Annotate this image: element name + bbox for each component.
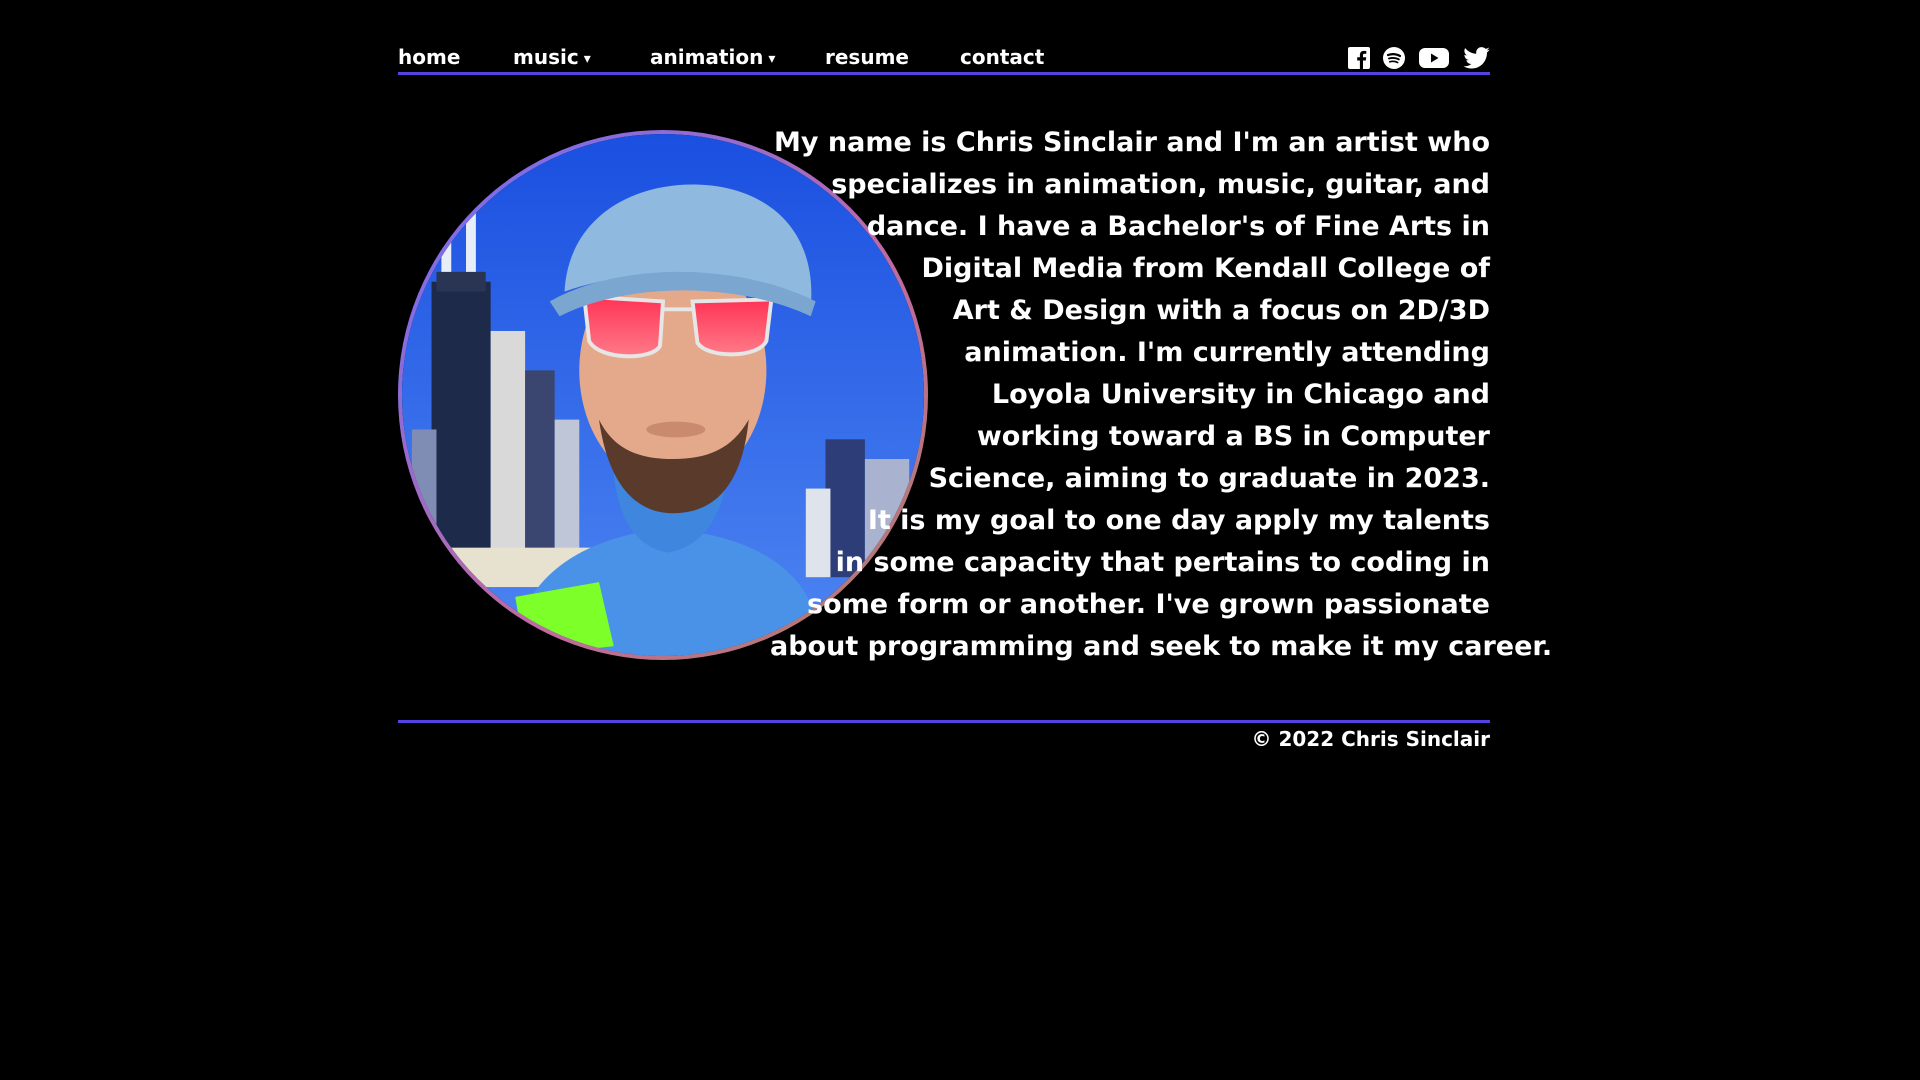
nav-item-home[interactable]: home bbox=[398, 44, 460, 70]
nav-item-music[interactable]: music ▾ bbox=[513, 44, 591, 72]
nav-item-label: home bbox=[398, 45, 461, 69]
nav-item-animation[interactable]: animation ▾ bbox=[650, 44, 775, 72]
nav-item-resume[interactable]: resume bbox=[825, 44, 909, 70]
bio-text: My name is Chris Sinclair and I'm an art… bbox=[770, 122, 1553, 668]
bio-line: specializes in animation, music, guitar,… bbox=[831, 169, 1490, 200]
bio-line: Loyola University in Chicago and bbox=[991, 379, 1490, 410]
bio-line: in some capacity that pertains to coding… bbox=[835, 547, 1490, 578]
main-nav: home music ▾ animation ▾ resume contact bbox=[398, 44, 1490, 74]
footer-divider bbox=[398, 720, 1490, 723]
bio-line: My name is Chris Sinclair and I'm an art… bbox=[774, 127, 1490, 158]
spotify-icon[interactable] bbox=[1383, 46, 1405, 70]
twitter-icon[interactable] bbox=[1463, 46, 1490, 70]
bio-line: some form or another. I've grown passion… bbox=[807, 589, 1490, 620]
bio-line: working toward a BS in Computer bbox=[976, 421, 1490, 452]
copyright-text: © 2022 Chris Sinclair bbox=[1251, 727, 1490, 751]
bio-line: animation. I'm currently attending bbox=[964, 337, 1490, 368]
chevron-down-icon: ▾ bbox=[768, 51, 776, 67]
bio-line: dance. I have a Bachelor's of Fine Arts … bbox=[866, 211, 1490, 242]
nav-divider bbox=[398, 72, 1490, 75]
chevron-down-icon: ▾ bbox=[583, 51, 591, 67]
youtube-icon[interactable] bbox=[1419, 46, 1449, 70]
page: home music▾ animation▾ resume contact bbox=[0, 0, 1920, 1080]
bio-line: Science, aiming to graduate in 2023. bbox=[928, 463, 1490, 494]
bio-line: Digital Media from Kendall College of bbox=[921, 253, 1490, 284]
bio-line: Art & Design with a focus on 2D/3D bbox=[952, 295, 1490, 326]
nav-item-contact[interactable]: contact bbox=[960, 44, 1044, 70]
nav-item-label: resume bbox=[825, 45, 909, 69]
nav-item-label: contact bbox=[960, 45, 1045, 69]
nav-item-label: music bbox=[513, 45, 579, 69]
bio-line: about programming and seek to make it my… bbox=[770, 631, 1553, 662]
nav-item-label: animation bbox=[650, 45, 764, 69]
bio-line: It is my goal to one day apply my talent… bbox=[867, 505, 1490, 536]
facebook-icon[interactable] bbox=[1348, 46, 1370, 70]
